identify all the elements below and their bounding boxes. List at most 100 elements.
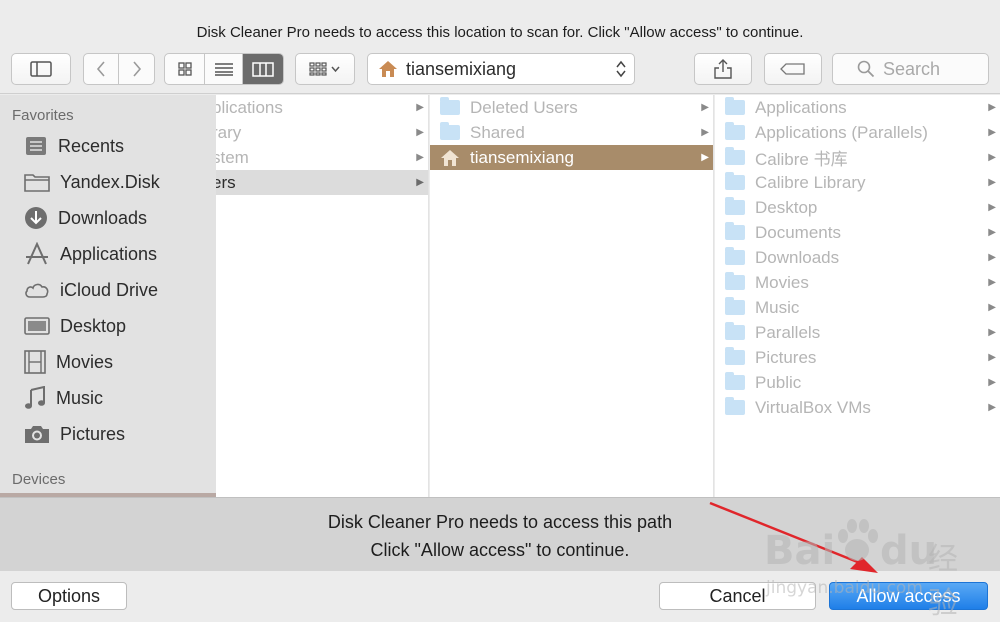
favorites-header: Favorites bbox=[12, 107, 74, 124]
column-row[interactable]: Calibre 书库 ▶ bbox=[715, 145, 1000, 170]
dialog-title-bar: Disk Cleaner Pro needs to access this lo… bbox=[0, 0, 1000, 48]
folder-icon bbox=[725, 222, 745, 240]
column-row[interactable]: VirtualBox VMs ▶ bbox=[715, 395, 1000, 420]
forward-button[interactable] bbox=[119, 54, 154, 84]
folder-icon bbox=[440, 97, 460, 115]
row-label: Deleted Users bbox=[470, 97, 578, 117]
folder-icon bbox=[725, 347, 745, 365]
tag-icon bbox=[780, 63, 805, 75]
sidebar-item-movies[interactable]: Movies bbox=[0, 344, 216, 380]
folder-icon bbox=[725, 297, 745, 315]
row-label: rary bbox=[216, 122, 242, 142]
sidebar-item-recents[interactable]: Recents bbox=[0, 128, 216, 164]
folder-icon bbox=[725, 172, 745, 190]
row-label: Public bbox=[755, 372, 802, 392]
disclosure-arrow-icon: ▶ bbox=[416, 177, 424, 188]
chevron-left-icon bbox=[96, 61, 105, 77]
list-view-button[interactable] bbox=[205, 54, 243, 84]
column-row[interactable]: Public ▶ bbox=[715, 370, 1000, 395]
location-label: tiansemixiang bbox=[406, 58, 517, 79]
disclosure-arrow-icon: ▶ bbox=[701, 152, 709, 163]
list-icon bbox=[214, 63, 233, 76]
disclosure-arrow-icon: ▶ bbox=[701, 102, 709, 113]
home-icon bbox=[441, 149, 459, 166]
column-row[interactable]: Movies ▶ bbox=[715, 270, 1000, 295]
column-row[interactable]: Documents ▶ bbox=[715, 220, 1000, 245]
recents-icon bbox=[26, 137, 46, 155]
button-bar: Options Cancel Allow access bbox=[0, 571, 1000, 622]
column-row[interactable]: Applications ▶ bbox=[715, 95, 1000, 120]
column-view-button[interactable] bbox=[243, 54, 283, 84]
updown-chevron-icon bbox=[616, 60, 626, 78]
column-row[interactable]: Shared ▶ bbox=[430, 120, 713, 145]
location-popup[interactable]: tiansemixiang bbox=[367, 53, 635, 85]
sidebar-item-label: Music bbox=[56, 387, 104, 408]
column-row[interactable]: Music ▶ bbox=[715, 295, 1000, 320]
sidebar-item-label: Yandex.Disk bbox=[60, 171, 160, 192]
column-row[interactable]: plications ▶ bbox=[216, 95, 428, 120]
column-row[interactable]: Downloads ▶ bbox=[715, 245, 1000, 270]
sidebar: Favorites Recents Yandex.Disk Downloads … bbox=[0, 95, 216, 497]
sidebar-toggle-button[interactable] bbox=[11, 53, 71, 85]
tags-button[interactable] bbox=[764, 53, 822, 85]
folder-icon bbox=[725, 122, 745, 140]
cancel-button[interactable]: Cancel bbox=[659, 582, 816, 610]
folder-icon bbox=[440, 122, 460, 140]
column-row[interactable]: Parallels ▶ bbox=[715, 320, 1000, 345]
film-icon bbox=[24, 350, 46, 374]
column-row[interactable]: Desktop ▶ bbox=[715, 195, 1000, 220]
options-button[interactable]: Options bbox=[11, 582, 127, 610]
row-label: Movies bbox=[755, 272, 809, 292]
sidebar-item-applications[interactable]: Applications bbox=[0, 236, 216, 272]
sidebar-item-yandex-disk[interactable]: Yandex.Disk bbox=[0, 164, 216, 200]
sidebar-item-label: Pictures bbox=[60, 423, 126, 444]
row-label: Pictures bbox=[755, 347, 817, 367]
back-button[interactable] bbox=[84, 54, 119, 84]
message-line-2: Click "Allow access" to continue. bbox=[370, 540, 630, 560]
row-label: Applications (Parallels) bbox=[755, 122, 928, 142]
column-row[interactable]: Applications (Parallels) ▶ bbox=[715, 120, 1000, 145]
share-button[interactable] bbox=[694, 53, 752, 85]
column-row[interactable]: rary ▶ bbox=[216, 120, 428, 145]
column-row[interactable]: Deleted Users ▶ bbox=[430, 95, 713, 120]
row-label: Desktop bbox=[755, 197, 818, 217]
sidebar-item-label: Downloads bbox=[58, 207, 148, 228]
folder-icon bbox=[725, 272, 745, 290]
disclosure-arrow-icon: ▶ bbox=[988, 377, 996, 388]
dialog-title: Disk Cleaner Pro needs to access this lo… bbox=[196, 23, 804, 41]
row-label: Applications bbox=[755, 97, 847, 117]
sidebar-item-pictures[interactable]: Pictures bbox=[0, 416, 216, 452]
column-row-selected[interactable]: tiansemixiang ▶ bbox=[430, 145, 713, 170]
disclosure-arrow-icon: ▶ bbox=[988, 302, 996, 313]
sidebar-icon bbox=[30, 61, 52, 77]
sidebar-item-icloud-drive[interactable]: iCloud Drive bbox=[0, 272, 216, 308]
row-label: stem bbox=[216, 147, 249, 167]
search-field[interactable]: Search bbox=[832, 53, 989, 85]
disclosure-arrow-icon: ▶ bbox=[988, 352, 996, 363]
sidebar-item-desktop[interactable]: Desktop bbox=[0, 308, 216, 344]
row-label: Calibre 书库 bbox=[755, 150, 848, 169]
disclosure-arrow-icon: ▶ bbox=[988, 177, 996, 188]
allow-access-button[interactable]: Allow access bbox=[829, 582, 988, 610]
search-icon bbox=[857, 60, 875, 78]
back-forward-control bbox=[83, 53, 155, 85]
sidebar-item-label: Applications bbox=[60, 243, 158, 264]
row-label: Calibre Library bbox=[755, 172, 866, 192]
sidebar-item-downloads[interactable]: Downloads bbox=[0, 200, 216, 236]
sidebar-item-music[interactable]: Music bbox=[0, 380, 216, 416]
music-icon bbox=[25, 386, 45, 409]
row-label: ers bbox=[216, 172, 236, 192]
disclosure-arrow-icon: ▶ bbox=[988, 252, 996, 263]
disclosure-arrow-icon: ▶ bbox=[988, 127, 996, 138]
disclosure-arrow-icon: ▶ bbox=[988, 202, 996, 213]
column-row-selected[interactable]: ers ▶ bbox=[216, 170, 428, 195]
column-row[interactable]: stem ▶ bbox=[216, 145, 428, 170]
folder-icon bbox=[24, 174, 50, 192]
row-label: Documents bbox=[755, 222, 841, 242]
column-row[interactable]: Calibre Library ▶ bbox=[715, 170, 1000, 195]
disclosure-arrow-icon: ▶ bbox=[416, 127, 424, 138]
column-row[interactable]: Pictures ▶ bbox=[715, 345, 1000, 370]
folder-icon bbox=[725, 372, 745, 390]
group-by-button[interactable] bbox=[295, 53, 355, 85]
icon-view-button[interactable] bbox=[165, 54, 205, 84]
